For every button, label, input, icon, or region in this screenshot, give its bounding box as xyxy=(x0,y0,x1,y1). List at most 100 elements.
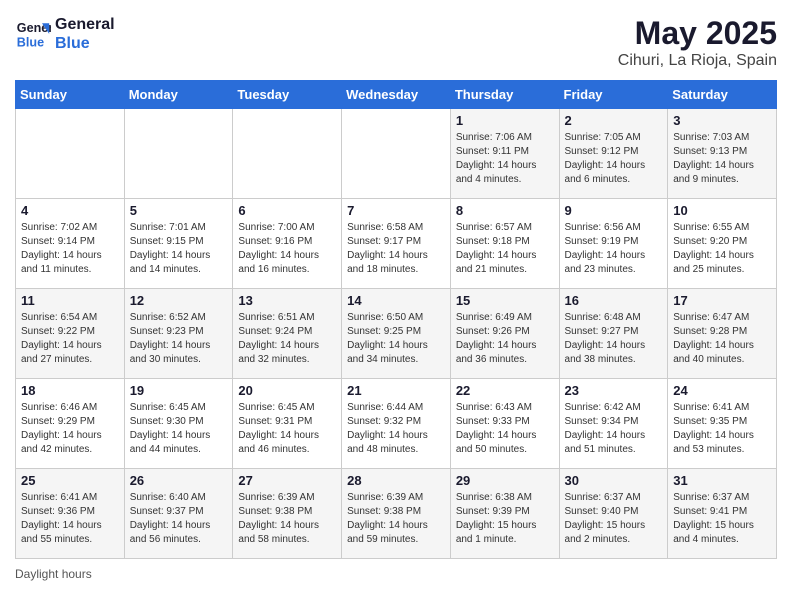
day-info: Sunrise: 6:48 AM Sunset: 9:27 PM Dayligh… xyxy=(565,311,663,367)
calendar-cell: 17 Sunrise: 6:47 AM Sunset: 9:28 PM Dayli… xyxy=(668,289,777,379)
day-info: Sunrise: 7:02 AM Sunset: 9:14 PM Dayligh… xyxy=(21,221,119,277)
location-label: Cihuri, La Rioja, Spain xyxy=(618,52,777,70)
calendar-cell xyxy=(342,109,451,199)
calendar-cell: 6 Sunrise: 7:00 AM Sunset: 9:16 PM Daylig… xyxy=(233,199,342,289)
day-info: Sunrise: 6:54 AM Sunset: 9:22 PM Dayligh… xyxy=(21,311,119,367)
day-number: 24 xyxy=(673,383,771,398)
calendar-cell: 23Sunrise: 6:42 AM Sunset: 9:34 PM Dayli… xyxy=(559,379,668,469)
title-block: May 2025 Cihuri, La Rioja, Spain xyxy=(618,15,777,70)
calendar-cell: 16 Sunrise: 6:48 AM Sunset: 9:27 PM Dayli… xyxy=(559,289,668,379)
calendar-cell: 26Sunrise: 6:40 AM Sunset: 9:37 PM Dayli… xyxy=(124,469,233,559)
day-info: Sunrise: 6:42 AM Sunset: 9:34 PM Dayligh… xyxy=(565,401,663,457)
calendar-cell: 14Sunrise: 6:50 AM Sunset: 9:25 PM Dayli… xyxy=(342,289,451,379)
calendar-week-4: 18 Sunrise: 6:46 AM Sunset: 9:29 PM Dayli… xyxy=(16,379,777,469)
day-header-saturday: Saturday xyxy=(668,81,777,109)
calendar-cell: 8 Sunrise: 6:57 AM Sunset: 9:18 PM Daylig… xyxy=(450,199,559,289)
day-info: Sunrise: 6:58 AM Sunset: 9:17 PM Dayligh… xyxy=(347,221,445,277)
svg-text:Blue: Blue xyxy=(17,36,44,50)
day-number: 7 xyxy=(347,203,445,218)
page-header: General Blue General Blue May 2025 Cihur… xyxy=(15,15,777,70)
day-number: 9 xyxy=(565,203,663,218)
logo: General Blue General Blue xyxy=(15,15,115,53)
day-info: Sunrise: 7:00 AM Sunset: 9:16 PM Dayligh… xyxy=(238,221,336,277)
day-info: Sunrise: 6:39 AM Sunset: 9:38 PM Dayligh… xyxy=(347,491,445,547)
day-number: 11 xyxy=(21,293,119,308)
day-number: 2 xyxy=(565,113,663,128)
day-number: 6 xyxy=(238,203,336,218)
day-info: Sunrise: 6:57 AM Sunset: 9:18 PM Dayligh… xyxy=(456,221,554,277)
calendar-cell: 2 Sunrise: 7:05 AM Sunset: 9:12 PM Daylig… xyxy=(559,109,668,199)
calendar-cell: 22Sunrise: 6:43 AM Sunset: 9:33 PM Dayli… xyxy=(450,379,559,469)
logo-general: General xyxy=(55,15,115,34)
day-info: Sunrise: 6:55 AM Sunset: 9:20 PM Dayligh… xyxy=(673,221,771,277)
logo-icon: General Blue xyxy=(15,16,51,52)
day-number: 5 xyxy=(130,203,228,218)
day-info: Sunrise: 6:37 AM Sunset: 9:40 PM Dayligh… xyxy=(565,491,663,547)
day-number: 17 xyxy=(673,293,771,308)
day-info: Sunrise: 6:50 AM Sunset: 9:25 PM Dayligh… xyxy=(347,311,445,367)
calendar-cell xyxy=(124,109,233,199)
calendar-cell: 25 Sunrise: 6:41 AM Sunset: 9:36 PM Dayli… xyxy=(16,469,125,559)
day-info: Sunrise: 7:03 AM Sunset: 9:13 PM Dayligh… xyxy=(673,131,771,187)
day-number: 30 xyxy=(565,473,663,488)
day-header-wednesday: Wednesday xyxy=(342,81,451,109)
day-info: Sunrise: 6:46 AM Sunset: 9:29 PM Dayligh… xyxy=(21,401,119,457)
calendar-cell: 10 Sunrise: 6:55 AM Sunset: 9:20 PM Dayli… xyxy=(668,199,777,289)
day-info: Sunrise: 6:43 AM Sunset: 9:33 PM Dayligh… xyxy=(456,401,554,457)
daylight-label: Daylight hours xyxy=(15,567,92,581)
calendar-week-2: 4 Sunrise: 7:02 AM Sunset: 9:14 PM Daylig… xyxy=(16,199,777,289)
calendar-cell: 28 Sunrise: 6:39 AM Sunset: 9:38 PM Dayli… xyxy=(342,469,451,559)
day-info: Sunrise: 6:41 AM Sunset: 9:36 PM Dayligh… xyxy=(21,491,119,547)
calendar-cell: 4 Sunrise: 7:02 AM Sunset: 9:14 PM Daylig… xyxy=(16,199,125,289)
day-header-monday: Monday xyxy=(124,81,233,109)
calendar-cell: 21Sunrise: 6:44 AM Sunset: 9:32 PM Dayli… xyxy=(342,379,451,469)
calendar-cell: 18 Sunrise: 6:46 AM Sunset: 9:29 PM Dayli… xyxy=(16,379,125,469)
calendar-cell xyxy=(233,109,342,199)
day-info: Sunrise: 6:52 AM Sunset: 9:23 PM Dayligh… xyxy=(130,311,228,367)
calendar-cell: 24Sunrise: 6:41 AM Sunset: 9:35 PM Dayli… xyxy=(668,379,777,469)
day-info: Sunrise: 6:40 AM Sunset: 9:37 PM Dayligh… xyxy=(130,491,228,547)
day-number: 12 xyxy=(130,293,228,308)
calendar-cell: 13Sunrise: 6:51 AM Sunset: 9:24 PM Dayli… xyxy=(233,289,342,379)
day-header-sunday: Sunday xyxy=(16,81,125,109)
day-info: Sunrise: 6:56 AM Sunset: 9:19 PM Dayligh… xyxy=(565,221,663,277)
calendar-cell: 3Sunrise: 7:03 AM Sunset: 9:13 PM Daylig… xyxy=(668,109,777,199)
calendar-week-3: 11 Sunrise: 6:54 AM Sunset: 9:22 PM Dayli… xyxy=(16,289,777,379)
calendar-header: SundayMondayTuesdayWednesdayThursdayFrid… xyxy=(16,81,777,109)
calendar-cell xyxy=(16,109,125,199)
day-info: Sunrise: 6:39 AM Sunset: 9:38 PM Dayligh… xyxy=(238,491,336,547)
day-number: 21 xyxy=(347,383,445,398)
calendar-week-5: 25 Sunrise: 6:41 AM Sunset: 9:36 PM Dayli… xyxy=(16,469,777,559)
day-number: 1 xyxy=(456,113,554,128)
day-number: 28 xyxy=(347,473,445,488)
day-number: 29 xyxy=(456,473,554,488)
calendar-table: SundayMondayTuesdayWednesdayThursdayFrid… xyxy=(15,80,777,559)
calendar-week-1: 1Sunrise: 7:06 AM Sunset: 9:11 PM Daylig… xyxy=(16,109,777,199)
day-number: 27 xyxy=(238,473,336,488)
calendar-cell: 27 Sunrise: 6:39 AM Sunset: 9:38 PM Dayli… xyxy=(233,469,342,559)
day-info: Sunrise: 7:05 AM Sunset: 9:12 PM Dayligh… xyxy=(565,131,663,187)
calendar-cell: 29Sunrise: 6:38 AM Sunset: 9:39 PM Dayli… xyxy=(450,469,559,559)
calendar-cell: 7 Sunrise: 6:58 AM Sunset: 9:17 PM Daylig… xyxy=(342,199,451,289)
day-number: 4 xyxy=(21,203,119,218)
day-number: 20 xyxy=(238,383,336,398)
day-number: 19 xyxy=(130,383,228,398)
day-header-thursday: Thursday xyxy=(450,81,559,109)
day-info: Sunrise: 6:49 AM Sunset: 9:26 PM Dayligh… xyxy=(456,311,554,367)
day-number: 16 xyxy=(565,293,663,308)
day-number: 15 xyxy=(456,293,554,308)
calendar-cell: 15 Sunrise: 6:49 AM Sunset: 9:26 PM Dayli… xyxy=(450,289,559,379)
day-number: 25 xyxy=(21,473,119,488)
logo-blue: Blue xyxy=(55,34,115,53)
month-title: May 2025 xyxy=(618,15,777,52)
calendar-cell: 20Sunrise: 6:45 AM Sunset: 9:31 PM Dayli… xyxy=(233,379,342,469)
day-info: Sunrise: 6:47 AM Sunset: 9:28 PM Dayligh… xyxy=(673,311,771,367)
calendar-cell: 11 Sunrise: 6:54 AM Sunset: 9:22 PM Dayli… xyxy=(16,289,125,379)
calendar-cell: 1Sunrise: 7:06 AM Sunset: 9:11 PM Daylig… xyxy=(450,109,559,199)
day-info: Sunrise: 6:45 AM Sunset: 9:30 PM Dayligh… xyxy=(130,401,228,457)
day-info: Sunrise: 6:51 AM Sunset: 9:24 PM Dayligh… xyxy=(238,311,336,367)
day-number: 18 xyxy=(21,383,119,398)
day-number: 8 xyxy=(456,203,554,218)
calendar-cell: 5Sunrise: 7:01 AM Sunset: 9:15 PM Daylig… xyxy=(124,199,233,289)
day-number: 10 xyxy=(673,203,771,218)
